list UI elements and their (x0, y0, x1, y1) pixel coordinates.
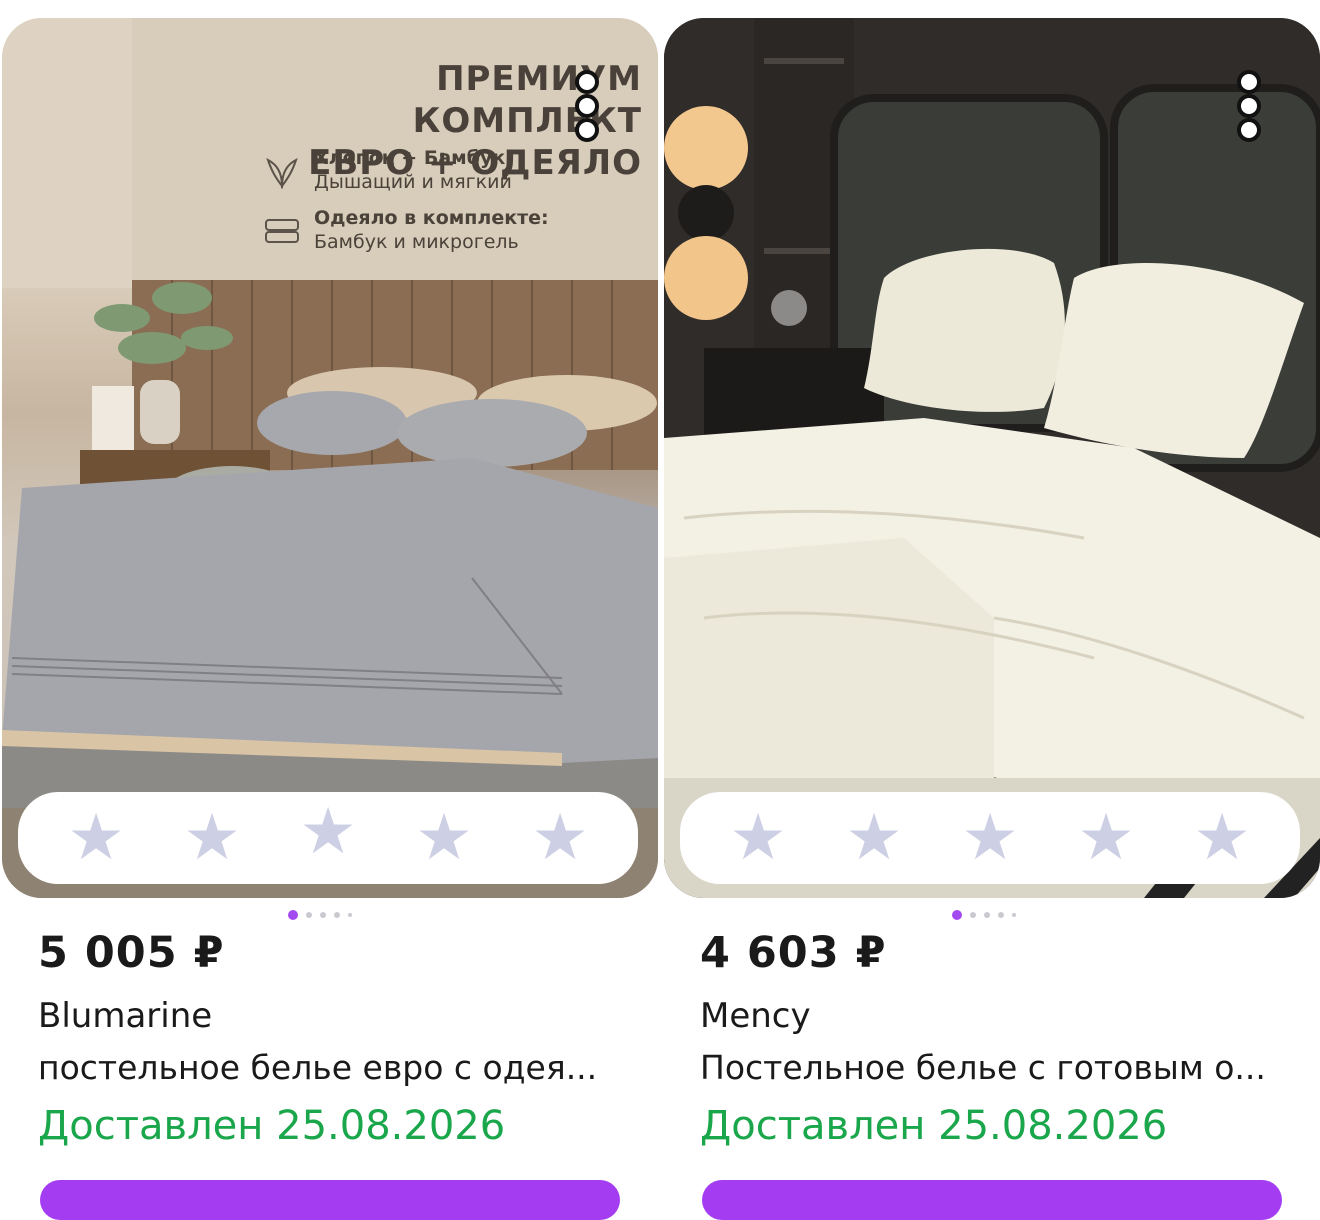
menu-dot-icon (575, 70, 599, 94)
pager-dot (348, 913, 352, 917)
menu-dot-icon (575, 118, 599, 142)
feature-cotton-bamboo: Хлопок + Бамбук: Дышащий и мягкий (266, 146, 513, 194)
star-icon[interactable]: ★ (415, 806, 472, 870)
pager-dot (320, 912, 326, 918)
image-pager (288, 909, 352, 921)
image-pager (952, 909, 1016, 921)
star-icon[interactable]: ★ (299, 800, 356, 864)
product-title[interactable]: Постельное белье с готовым о... (700, 1048, 1300, 1087)
menu-dot-icon (575, 94, 599, 118)
delivery-status: Доставлен 25.08.2026 (700, 1103, 1168, 1149)
leaf-icon (266, 158, 298, 190)
pager-dot (306, 912, 312, 918)
product-card[interactable]: ПРЕМИУМ КОМПЛЕКТ ЕВРО + ОДЕЯЛО Хлопок + … (0, 0, 660, 1220)
more-options-button[interactable] (572, 70, 602, 142)
product-brand[interactable]: Blumarine (38, 996, 212, 1036)
star-icon[interactable]: ★ (1193, 806, 1250, 870)
blanket-icon (265, 219, 299, 243)
product-price: 5 005 ₽ (38, 928, 225, 978)
pager-dot (970, 912, 976, 918)
bedroom-photo (664, 18, 1320, 898)
product-image[interactable]: ПРЕМИУМ КОМПЛЕКТ ЕВРО + ОДЕЯЛО Хлопок + … (2, 18, 658, 898)
star-icon[interactable]: ★ (845, 806, 902, 870)
star-icon[interactable]: ★ (531, 806, 588, 870)
star-icon[interactable]: ★ (183, 806, 240, 870)
product-price: 4 603 ₽ (700, 928, 887, 978)
star-icon[interactable]: ★ (1077, 806, 1134, 870)
pager-dot-active (952, 910, 962, 920)
feature-text: Бамбук и микрогель (314, 231, 519, 253)
feature-title: Хлопок + Бамбук: (314, 147, 513, 169)
product-card[interactable]: ★ ★ ★ ★ ★ 4 603 ₽ Mency Постельное белье… (662, 0, 1320, 1220)
feature-blanket: Одеяло в комплекте: Бамбук и микрогель (265, 206, 549, 254)
pager-dot (334, 912, 340, 918)
product-title[interactable]: постельное белье евро с одея... (38, 1048, 638, 1087)
delivery-status: Доставлен 25.08.2026 (38, 1103, 506, 1149)
rating-stars[interactable]: ★ ★ ★ ★ ★ (680, 792, 1300, 884)
rating-stars[interactable]: ★ ★ ★ ★ ★ (18, 792, 638, 884)
pager-dot (984, 912, 990, 918)
add-to-cart-button[interactable] (40, 1180, 620, 1220)
star-icon[interactable]: ★ (961, 806, 1018, 870)
star-icon[interactable]: ★ (67, 806, 124, 870)
menu-dot-icon (1237, 118, 1261, 142)
feature-text: Дышащий и мягкий (314, 171, 512, 193)
menu-dot-icon (1237, 70, 1261, 94)
product-image[interactable] (664, 18, 1320, 898)
pager-dot (998, 912, 1004, 918)
menu-dot-icon (1237, 94, 1261, 118)
pager-dot-active (288, 910, 298, 920)
feature-title: Одеяло в комплекте: (314, 207, 549, 229)
star-icon[interactable]: ★ (729, 806, 786, 870)
pager-dot (1012, 913, 1016, 917)
more-options-button[interactable] (1234, 70, 1264, 142)
product-brand[interactable]: Mency (700, 996, 811, 1036)
add-to-cart-button[interactable] (702, 1180, 1282, 1220)
